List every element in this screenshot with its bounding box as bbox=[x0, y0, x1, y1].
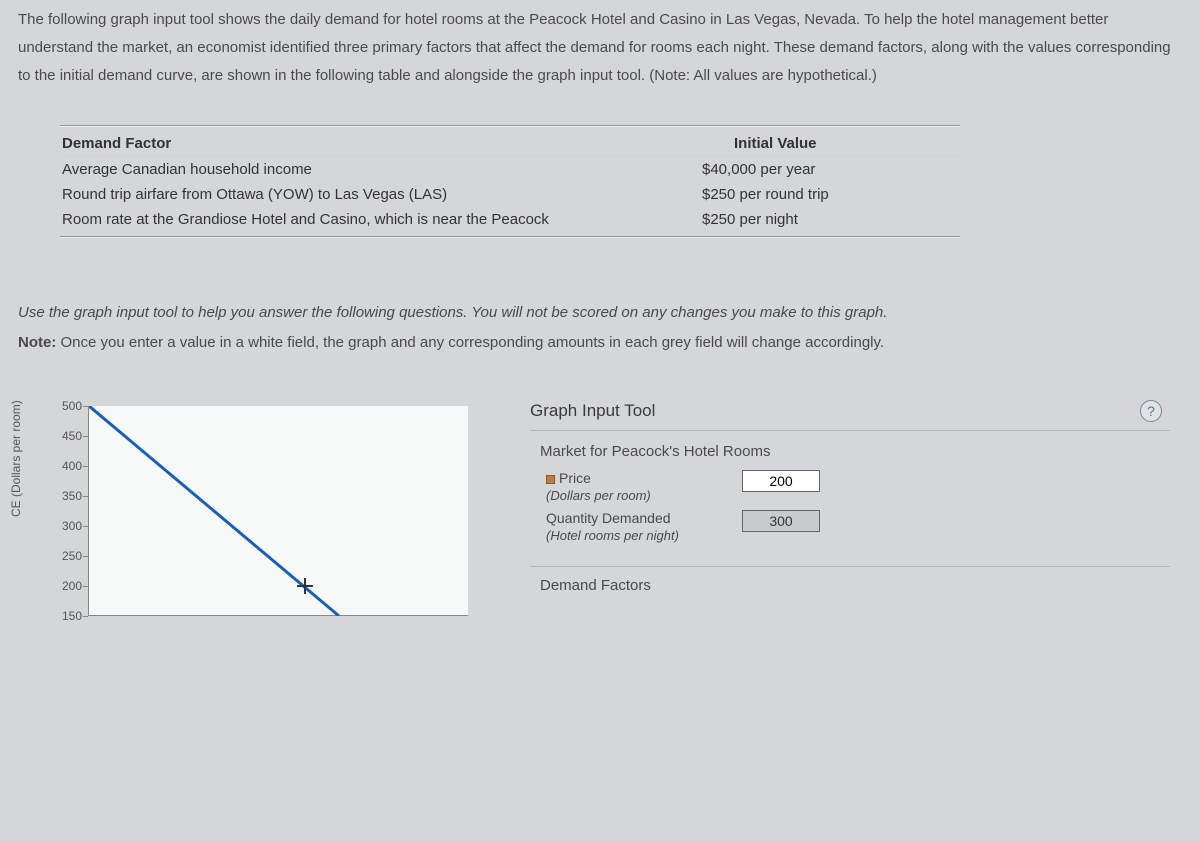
factor-cell: Average Canadian household income bbox=[62, 161, 702, 178]
demand-factors-section-label: Demand Factors bbox=[540, 577, 1160, 594]
value-cell: $250 per round trip bbox=[702, 186, 958, 203]
y-tick-label: 450 bbox=[54, 429, 82, 443]
table-header-row: Demand Factor Initial Value bbox=[60, 131, 960, 156]
instruction-line-1: Use the graph input tool to help you ans… bbox=[18, 298, 1182, 328]
y-tick-label: 300 bbox=[54, 519, 82, 533]
header-demand-factor: Demand Factor bbox=[62, 135, 702, 152]
panel-subtitle: Market for Peacock's Hotel Rooms bbox=[540, 443, 1160, 460]
y-axis-label: CE (Dollars per room) bbox=[9, 401, 23, 518]
factor-cell: Round trip airfare from Ottawa (YOW) to … bbox=[62, 186, 702, 203]
y-tick-label: 250 bbox=[54, 549, 82, 563]
intro-paragraph: The following graph input tool shows the… bbox=[0, 0, 1200, 89]
price-field-row: Price (Dollars per room) bbox=[540, 470, 1160, 504]
note-text: Once you enter a value in a white field,… bbox=[61, 334, 885, 351]
panel-title: Graph Input Tool bbox=[530, 401, 655, 421]
quantity-label: Quantity Demanded (Hotel rooms per night… bbox=[546, 510, 726, 544]
table-row: Room rate at the Grandiose Hotel and Cas… bbox=[60, 207, 960, 232]
y-tick-label: 500 bbox=[54, 399, 82, 413]
table-row: Round trip airfare from Ottawa (YOW) to … bbox=[60, 182, 960, 207]
graph-input-panel: Graph Input Tool ? Market for Peacock's … bbox=[530, 400, 1190, 630]
chart-marker-icon[interactable] bbox=[297, 578, 313, 594]
quantity-field-row: Quantity Demanded (Hotel rooms per night… bbox=[540, 510, 1160, 544]
demand-chart[interactable]: CE (Dollars per room) 500450400350300250… bbox=[20, 400, 490, 630]
y-tick-label: 150 bbox=[54, 609, 82, 623]
value-cell: $250 per night bbox=[702, 211, 958, 228]
factor-cell: Room rate at the Grandiose Hotel and Cas… bbox=[62, 211, 702, 228]
y-tick-label: 400 bbox=[54, 459, 82, 473]
y-tick-label: 350 bbox=[54, 489, 82, 503]
demand-factors-table: Demand Factor Initial Value Average Cana… bbox=[60, 125, 960, 238]
instructions-block: Use the graph input tool to help you ans… bbox=[18, 298, 1182, 358]
legend-square-icon bbox=[546, 475, 555, 484]
price-input[interactable] bbox=[742, 470, 820, 492]
price-label: Price (Dollars per room) bbox=[546, 470, 726, 504]
y-tick-mark bbox=[83, 616, 88, 617]
help-icon[interactable]: ? bbox=[1140, 400, 1162, 422]
note-label: Note: bbox=[18, 334, 61, 351]
table-row: Average Canadian household income $40,00… bbox=[60, 157, 960, 182]
y-tick-label: 200 bbox=[54, 579, 82, 593]
value-cell: $40,000 per year bbox=[702, 161, 958, 178]
plot-area[interactable] bbox=[88, 406, 468, 616]
header-initial-value: Initial Value bbox=[702, 135, 958, 152]
instruction-line-2: Note: Once you enter a value in a white … bbox=[18, 328, 1182, 358]
quantity-output: 300 bbox=[742, 510, 820, 532]
